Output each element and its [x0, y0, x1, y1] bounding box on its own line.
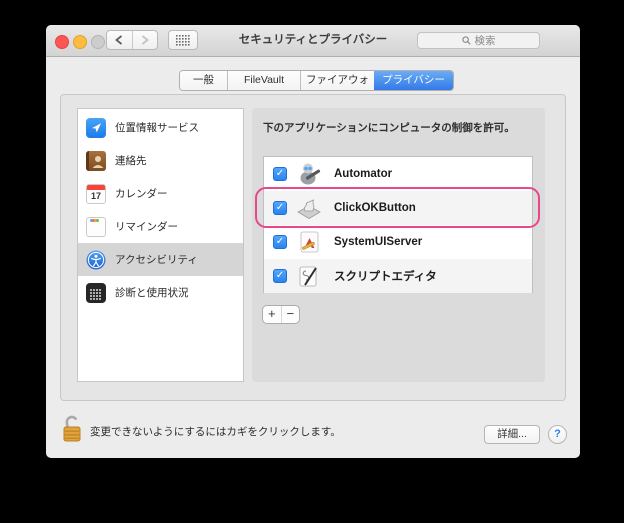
app-name: SystemUIServer	[334, 236, 423, 248]
check-icon: ✓	[275, 236, 285, 247]
search-field[interactable]: 検索	[417, 32, 540, 49]
check-icon: ✓	[275, 202, 285, 213]
sidebar-item-contacts[interactable]: 連絡先	[78, 144, 243, 177]
checkbox-automator[interactable]: ✓	[273, 167, 287, 181]
tab-firewall[interactable]: ファイアウォール	[300, 71, 374, 90]
sidebar-item-label: リマインダー	[115, 221, 178, 233]
checkbox-systemuiserver[interactable]: ✓	[273, 235, 287, 249]
search-icon	[461, 36, 471, 45]
checkbox-script-editor[interactable]: ✓	[273, 269, 287, 283]
tab-general[interactable]: 一般	[180, 71, 227, 90]
sidebar-item-label: アクセシビリティ	[115, 254, 198, 266]
help-button[interactable]: ?	[548, 425, 567, 444]
add-app-button[interactable]: +	[263, 306, 281, 323]
diagnostics-icon	[86, 282, 106, 303]
contacts-icon	[86, 150, 106, 171]
panel-description: 下のアプリケーションにコンピュータの制御を許可。	[263, 122, 515, 134]
location-services-icon	[86, 117, 106, 138]
accessibility-icon	[86, 250, 106, 270]
check-icon: ✓	[275, 168, 285, 179]
tab-bar: 一般 FileVault ファイアウォール プライバシー	[179, 70, 454, 91]
app-name: ClickOKButton	[334, 202, 416, 214]
sidebar-item-diagnostics[interactable]: 診断と使用状況	[78, 276, 243, 309]
sidebar-item-label: カレンダー	[115, 188, 168, 200]
sidebar-item-label: 診断と使用状況	[115, 287, 189, 299]
tab-privacy[interactable]: プライバシー	[374, 71, 453, 90]
app-row-systemuiserver[interactable]: ✓ SystemUIServer	[264, 225, 532, 259]
automator-app-icon	[296, 161, 322, 187]
security-privacy-window: セキュリティとプライバシー 検索 一般 FileVault ファイアウォール プ…	[46, 25, 580, 458]
accessibility-panel: 下のアプリケーションにコンピュータの制御を許可。 ✓ Automator ✓ C…	[252, 108, 545, 382]
app-name: スクリプトエディタ	[334, 271, 437, 283]
sidebar-item-location-services[interactable]: 位置情報サービス	[78, 111, 243, 144]
app-row-automator[interactable]: ✓ Automator	[264, 157, 532, 191]
lock-hint-text: 変更できないようにするにはカギをクリックします。	[90, 426, 341, 438]
lock-icon[interactable]	[61, 413, 83, 445]
advanced-button[interactable]: 詳細...	[484, 425, 540, 444]
tab-filevault[interactable]: FileVault	[227, 71, 300, 90]
privacy-pane: 位置情報サービス 連絡先 17 カレンダー リマインダー アクセシビリティ 診断…	[60, 94, 566, 401]
sidebar-item-calendar[interactable]: 17 カレンダー	[78, 177, 243, 210]
sidebar-item-reminders[interactable]: リマインダー	[78, 210, 243, 243]
checkbox-clickokbutton[interactable]: ✓	[273, 201, 287, 215]
script-editor-app-icon	[296, 263, 322, 289]
reminders-icon	[86, 216, 106, 237]
app-name: Automator	[334, 168, 393, 180]
sidebar-item-accessibility[interactable]: アクセシビリティ	[78, 243, 243, 276]
search-placeholder: 検索	[474, 35, 496, 47]
applet-app-icon	[296, 195, 322, 221]
remove-app-button[interactable]: −	[280, 306, 300, 323]
app-row-script-editor[interactable]: ✓ スクリプトエディタ	[264, 259, 532, 293]
screen: セキュリティとプライバシー 検索 一般 FileVault ファイアウォール プ…	[0, 0, 624, 523]
sidebar-item-label: 位置情報サービス	[115, 122, 199, 134]
calendar-icon: 17	[86, 183, 106, 204]
app-row-clickokbutton[interactable]: ✓ ClickOKButton	[264, 191, 532, 225]
sidebar-item-label: 連絡先	[115, 155, 147, 167]
privacy-category-list: 位置情報サービス 連絡先 17 カレンダー リマインダー アクセシビリティ 診断…	[77, 108, 244, 382]
check-icon: ✓	[275, 270, 285, 281]
allowed-apps-list: ✓ Automator ✓ ClickOKButton ✓ SystemUISe…	[263, 156, 533, 293]
toolbar: セキュリティとプライバシー 検索	[46, 25, 580, 57]
generic-app-icon	[296, 229, 322, 255]
add-remove-control: + −	[262, 305, 300, 324]
